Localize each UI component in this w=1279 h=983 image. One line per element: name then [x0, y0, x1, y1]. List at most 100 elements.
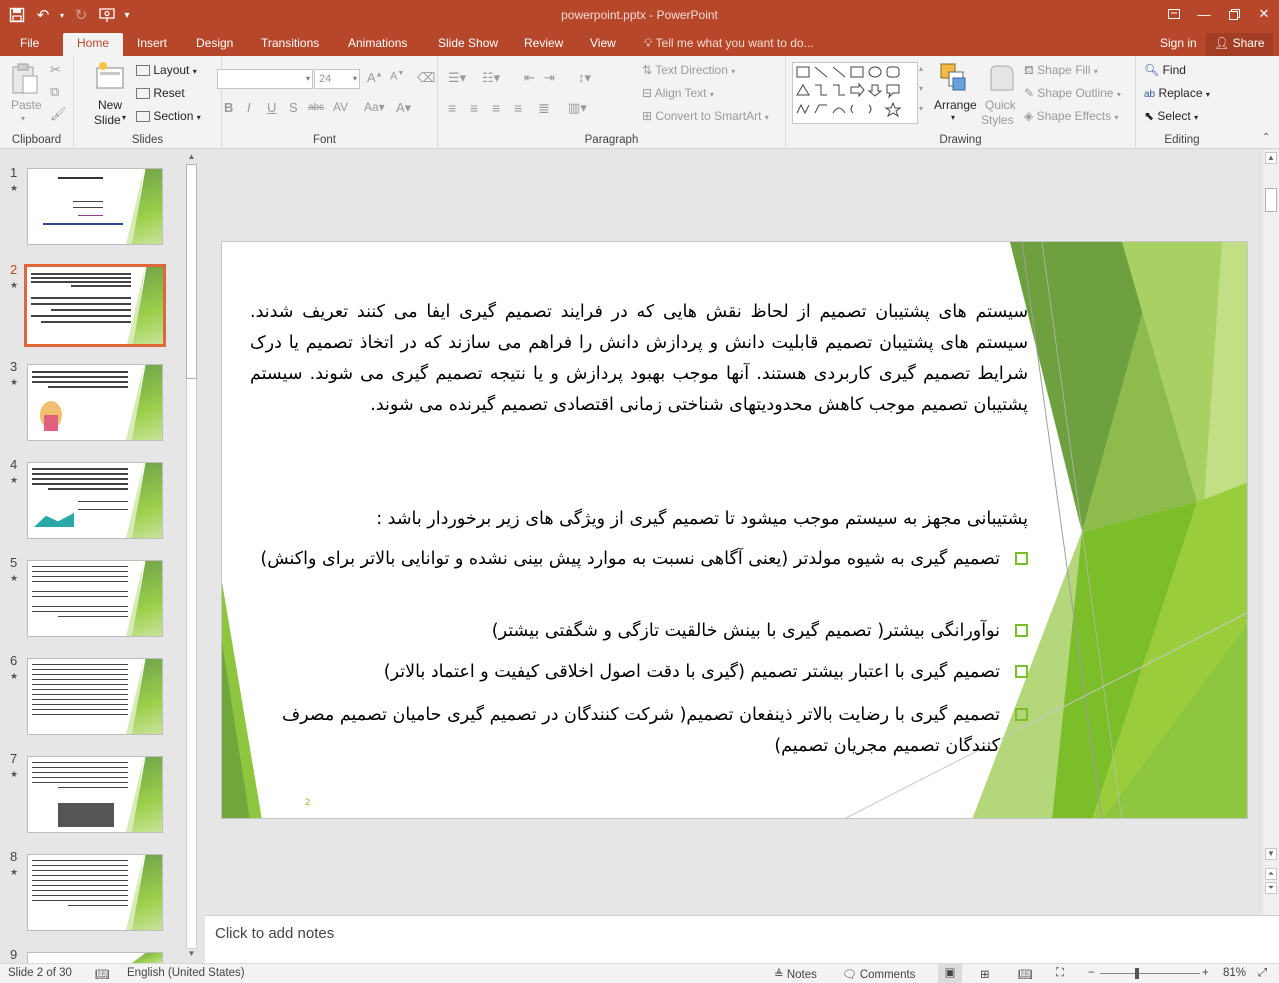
shape-outline-button[interactable]: ✎ Shape Outline ▾: [1024, 86, 1121, 100]
notes-toggle[interactable]: ≜ Notes: [774, 967, 817, 981]
share-button[interactable]: 👤︎ Share: [1206, 33, 1273, 56]
next-slide-icon[interactable]: ⏷: [1265, 882, 1277, 894]
align-center-icon[interactable]: ≡: [470, 100, 478, 116]
slide-sorter-icon[interactable]: ⊞: [980, 967, 990, 981]
shapes-gallery[interactable]: [792, 62, 918, 124]
columns-icon[interactable]: ▥▾: [568, 100, 587, 116]
collapse-ribbon-icon[interactable]: ⌃: [1262, 132, 1270, 143]
language-indicator[interactable]: English (United States): [127, 967, 245, 979]
bullets-icon[interactable]: ☰▾: [448, 70, 466, 86]
arrange-icon[interactable]: [939, 62, 969, 97]
tab-slide-show[interactable]: Slide Show: [430, 33, 506, 56]
shadow-icon[interactable]: S: [289, 100, 298, 115]
slide-bullet-item[interactable]: تصمیم گیری با اعتبار بیشتر تصمیم (گیری ب…: [250, 657, 1028, 688]
strikethrough-icon[interactable]: abc: [308, 102, 324, 113]
cut-icon[interactable]: ✂: [50, 62, 61, 78]
font-size-box[interactable]: 24 ▾: [314, 69, 360, 89]
tab-view[interactable]: View: [582, 33, 624, 56]
zoom-out-icon[interactable]: −: [1088, 967, 1095, 979]
layout-button[interactable]: Layout ▾: [136, 63, 197, 77]
italic-icon[interactable]: I: [247, 100, 251, 115]
tab-transitions[interactable]: Transitions: [253, 33, 327, 56]
spell-check-icon[interactable]: 📖︎: [95, 967, 110, 981]
sign-in-link[interactable]: Sign in: [1160, 33, 1197, 56]
section-button[interactable]: Section ▾: [136, 109, 201, 123]
find-button[interactable]: 🔍︎ Find: [1144, 63, 1186, 77]
new-slide-label-2[interactable]: Slide: [94, 113, 121, 127]
quick-styles-label-2[interactable]: Styles: [981, 113, 1014, 127]
slide-canvas[interactable]: سیستم های پشتیبان تصمیم از لحاظ نقش هایی…: [221, 241, 1248, 819]
slide-thumbnail-7[interactable]: [27, 756, 163, 833]
justify-icon[interactable]: ≡: [514, 100, 522, 116]
slide-body-paragraph-1[interactable]: سیستم های پشتیبان تصمیم از لحاظ نقش هایی…: [250, 297, 1028, 421]
reading-view-icon[interactable]: 📖︎: [1018, 967, 1033, 981]
paste-label[interactable]: Paste: [11, 98, 42, 112]
arrange-dropdown-icon[interactable]: ▾: [951, 113, 955, 122]
align-left-icon[interactable]: ≡: [448, 100, 456, 116]
normal-view-icon[interactable]: ▣: [938, 964, 962, 983]
fit-to-window-icon[interactable]: ⤢: [1258, 967, 1267, 980]
tab-review[interactable]: Review: [516, 33, 571, 56]
line-spacing-icon[interactable]: ↕▾: [578, 70, 591, 86]
scroll-up-icon[interactable]: ▲: [1265, 152, 1277, 164]
zoom-slider-handle[interactable]: [1135, 968, 1139, 979]
paste-icon[interactable]: [10, 62, 40, 99]
scroll-down-icon[interactable]: ▼: [1265, 848, 1277, 860]
slide-bullet-item[interactable]: تصمیم گیری به شیوه مولدتر (یعنی آگاهی نس…: [250, 544, 1028, 575]
tab-animations[interactable]: Animations: [340, 33, 415, 56]
shape-effects-button[interactable]: ◈ Shape Effects ▾: [1024, 109, 1118, 123]
slide-thumbnail-4[interactable]: [27, 462, 163, 539]
slide-thumbnail-8[interactable]: [27, 854, 163, 931]
zoom-in-icon[interactable]: +: [1202, 967, 1209, 979]
tab-insert[interactable]: Insert: [129, 33, 175, 56]
slide-body-paragraph-2[interactable]: پشتیبانی مجهز به سیستم موجب میشود تا تصم…: [250, 504, 1028, 535]
slide-bullet-item[interactable]: نوآورانگی بیشتر( تصمیم گیری با بینش خالق…: [250, 616, 1028, 647]
align-text-button[interactable]: ⊟ Align Text ▾: [642, 86, 714, 100]
thumbnail-scrollbar[interactable]: ▲ ▼: [184, 150, 198, 963]
comments-toggle[interactable]: 🗨︎ Comments: [842, 967, 915, 981]
slide-thumbnail-6[interactable]: [27, 658, 163, 735]
previous-slide-icon[interactable]: ⏶: [1265, 868, 1277, 880]
tell-me-box[interactable]: 💡︎ Tell me what you want to do...: [644, 33, 814, 56]
increase-indent-icon[interactable]: ⇥: [544, 70, 555, 86]
align-right-icon[interactable]: ≡: [492, 100, 500, 116]
tab-file[interactable]: File: [12, 33, 47, 56]
bold-icon[interactable]: B: [224, 100, 233, 115]
new-slide-label-1[interactable]: New: [98, 98, 122, 112]
shapes-more-icon[interactable]: ▾: [919, 104, 923, 113]
restore-icon[interactable]: [1219, 0, 1249, 28]
font-name-box[interactable]: ▾: [217, 69, 313, 89]
notes-pane[interactable]: Click to add notes: [205, 915, 1279, 963]
slide-thumbnail-3[interactable]: [27, 364, 163, 441]
minimize-icon[interactable]: —: [1189, 0, 1219, 28]
copy-icon[interactable]: ⧉: [50, 84, 59, 100]
underline-icon[interactable]: U: [267, 100, 276, 115]
slide-thumbnail-2[interactable]: [24, 264, 166, 347]
main-scroll-thumb[interactable]: [1265, 188, 1277, 212]
slide-thumbnail-5[interactable]: [27, 560, 163, 637]
main-vertical-scrollbar[interactable]: ▲ ▼ ⏶ ⏷: [1263, 150, 1279, 915]
arrange-label[interactable]: Arrange: [934, 98, 977, 112]
paste-dropdown-icon[interactable]: ▾: [21, 114, 25, 123]
scroll-down-icon[interactable]: ▼: [186, 949, 197, 960]
distributed-icon[interactable]: ≣: [538, 100, 550, 117]
font-color-icon[interactable]: A▾: [396, 100, 411, 116]
ribbon-display-icon[interactable]: [1159, 0, 1189, 28]
new-slide-dropdown-icon[interactable]: ▾: [122, 113, 126, 122]
thumbnail-scroll-thumb[interactable]: [186, 164, 197, 379]
char-spacing-icon[interactable]: AV: [333, 100, 348, 114]
text-direction-button[interactable]: ⇅ Text Direction ▾: [642, 63, 735, 77]
close-icon[interactable]: ✕: [1249, 0, 1279, 28]
clear-formatting-icon[interactable]: ⌫: [417, 70, 435, 86]
select-button[interactable]: ⬉ Select ▾: [1144, 109, 1198, 123]
quick-styles-label-1[interactable]: Quick: [985, 98, 1016, 112]
slideshow-view-icon[interactable]: ⛶: [1056, 967, 1064, 980]
decrease-indent-icon[interactable]: ⇤: [524, 70, 535, 86]
shape-fill-button[interactable]: ⛾ Shape Fill ▾: [1024, 63, 1098, 79]
slide-bullet-item[interactable]: تصمیم گیری با رضایت بالاتر ذینفعان تصمیم…: [250, 700, 1028, 762]
shapes-scroll-down-icon[interactable]: ▾: [919, 84, 923, 93]
slide-thumbnail-9[interactable]: [27, 952, 163, 963]
decrease-font-icon[interactable]: A▼: [390, 70, 404, 83]
shapes-scroll-up-icon[interactable]: ▴: [919, 64, 923, 73]
replace-button[interactable]: ab Replace ▾: [1144, 86, 1210, 100]
